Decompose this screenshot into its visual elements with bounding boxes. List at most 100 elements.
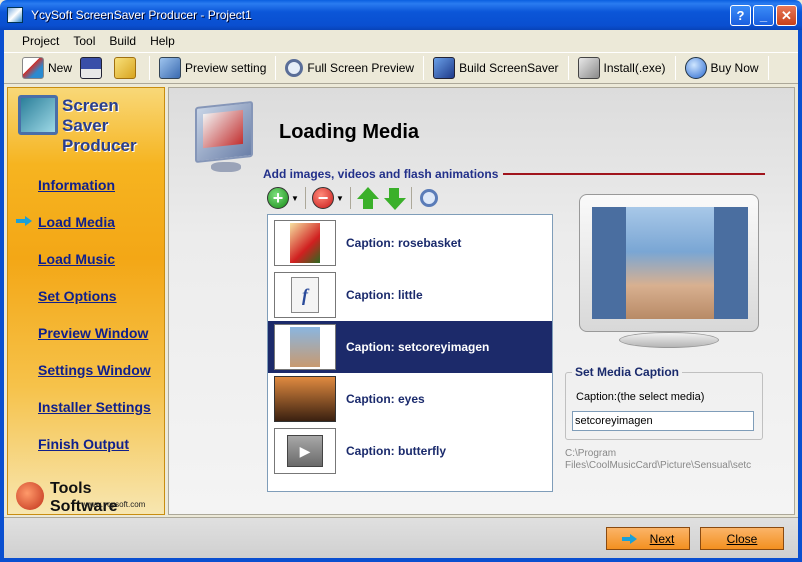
sidebar-item-label[interactable]: Finish Output xyxy=(38,436,129,452)
toolbar-separator xyxy=(767,56,769,80)
hero-monitor-illustration xyxy=(193,100,269,180)
install-exe-label: Install(.exe) xyxy=(603,61,666,75)
sidebar-item-load-media[interactable]: Load Media xyxy=(8,203,166,240)
caption-group-legend: Set Media Caption xyxy=(572,365,683,379)
sidebar-item-label[interactable]: Load Music xyxy=(38,251,115,267)
media-caption: Caption: butterfly xyxy=(346,444,446,458)
buy-now-button[interactable]: Buy Now xyxy=(681,55,763,81)
save-button[interactable] xyxy=(76,55,110,81)
logo-text: Screen Saver Producer xyxy=(62,96,162,156)
subtitle-divider xyxy=(503,173,765,175)
sidebar-item-settings-window[interactable]: Settings Window xyxy=(8,351,166,388)
sidebar-item-information[interactable]: Information xyxy=(8,166,166,203)
preview-setting-button[interactable]: Preview setting xyxy=(155,55,270,81)
list-item-selected[interactable]: Caption: setcoreyimagen xyxy=(268,321,552,373)
new-button[interactable]: New xyxy=(18,55,76,81)
window-frame-bottom xyxy=(0,558,802,562)
list-item[interactable]: Caption: eyes xyxy=(268,373,552,425)
list-item[interactable]: Caption: rosebasket xyxy=(268,217,552,269)
full-screen-preview-label: Full Screen Preview xyxy=(307,61,415,75)
open-button[interactable] xyxy=(110,55,144,81)
toolbar: New Preview setting Full Screen Preview … xyxy=(4,52,798,84)
brand-url: www.ycysoft.com xyxy=(84,500,146,509)
media-list[interactable]: Caption: rosebasket f Caption: little Ca… xyxy=(267,214,553,492)
close-window-button[interactable]: ✕ xyxy=(776,5,797,26)
current-step-arrow-icon xyxy=(16,216,34,226)
sidebar-item-preview-window[interactable]: Preview Window xyxy=(8,314,166,351)
media-toolbar: + ▼ − ▼ xyxy=(265,184,442,212)
preview-monitor-stand xyxy=(619,332,719,348)
window-title: YcySoft ScreenSaver Producer - Project1 xyxy=(31,8,252,22)
menu-tool[interactable]: Tool xyxy=(73,34,95,48)
toolbar-separator xyxy=(305,187,306,209)
window-controls: ? _ ✕ xyxy=(730,5,797,26)
window-frame-right xyxy=(798,30,802,562)
sidebar-item-set-options[interactable]: Set Options xyxy=(8,277,166,314)
menu-bar: Project Tool Build Help xyxy=(4,30,798,52)
remove-dropdown-chevron-icon[interactable]: ▼ xyxy=(336,194,346,203)
magnifier-icon xyxy=(285,59,304,77)
set-media-caption-group: Set Media Caption Caption:(the select me… xyxy=(565,365,763,440)
toolbar-separator xyxy=(149,56,151,80)
preview-monitor xyxy=(579,194,759,332)
down-arrow-icon xyxy=(382,186,406,210)
build-screensaver-label: Build ScreenSaver xyxy=(459,61,559,75)
install-exe-button[interactable]: Install(.exe) xyxy=(574,55,670,81)
media-caption: Caption: setcoreyimagen xyxy=(346,340,490,354)
brand-logo: Tools Software www.ycysoft.com xyxy=(14,480,162,515)
video-file-icon: ▶ xyxy=(287,435,323,467)
preview-setting-label: Preview setting xyxy=(185,61,267,75)
sidebar-item-label[interactable]: Information xyxy=(38,177,115,193)
buy-now-label: Buy Now xyxy=(710,61,759,75)
media-caption: Caption: eyes xyxy=(346,392,425,406)
toolbar-separator xyxy=(423,56,425,80)
sidebar-item-installer-settings[interactable]: Installer Settings xyxy=(8,388,166,425)
open-folder-icon xyxy=(114,57,137,79)
plus-icon: + xyxy=(267,187,289,209)
caption-input[interactable] xyxy=(572,411,754,431)
next-arrow-icon xyxy=(621,533,638,544)
sidebar-item-label[interactable]: Settings Window xyxy=(38,362,151,378)
move-down-button[interactable] xyxy=(381,185,407,211)
help-button[interactable]: ? xyxy=(730,5,751,26)
minimize-button[interactable]: _ xyxy=(753,5,774,26)
sidebar: Screen Saver Producer Information Load M… xyxy=(7,87,165,515)
build-monitor-icon xyxy=(433,57,456,79)
move-up-button[interactable] xyxy=(355,185,381,211)
media-thumbnail: f xyxy=(274,272,336,318)
add-media-button[interactable]: + xyxy=(265,185,291,211)
view-media-button[interactable] xyxy=(416,185,442,211)
menu-project[interactable]: Project xyxy=(22,34,59,48)
media-caption: Caption: little xyxy=(346,288,423,302)
caption-field-label: Caption:(the select media) xyxy=(576,391,705,403)
toolbar-separator xyxy=(567,56,569,80)
sidebar-item-label[interactable]: Preview Window xyxy=(38,325,148,341)
toolbar-separator xyxy=(275,56,277,80)
content-panel: Loading Media Add images, videos and fla… xyxy=(168,87,795,515)
logo-monitor-icon xyxy=(18,95,58,135)
close-button[interactable]: Close xyxy=(700,527,784,550)
close-button-label: Close xyxy=(726,531,758,546)
globe-icon xyxy=(684,57,707,79)
add-dropdown-chevron-icon[interactable]: ▼ xyxy=(291,194,301,203)
sidebar-item-finish-output[interactable]: Finish Output xyxy=(8,425,166,462)
next-button[interactable]: Next xyxy=(606,527,690,550)
hero-screen xyxy=(203,109,243,149)
logo-line-1: Screen Saver xyxy=(62,96,119,135)
media-thumbnail xyxy=(274,220,336,266)
sidebar-item-label[interactable]: Set Options xyxy=(38,288,117,304)
full-screen-preview-button[interactable]: Full Screen Preview xyxy=(281,55,418,81)
sidebar-item-label[interactable]: Installer Settings xyxy=(38,399,151,415)
list-item[interactable]: ▶ Caption: butterfly xyxy=(268,425,552,477)
title-bar: YcySoft ScreenSaver Producer - Project1 … xyxy=(0,0,802,30)
menu-help[interactable]: Help xyxy=(150,34,175,48)
menu-build[interactable]: Build xyxy=(109,34,136,48)
media-thumbnail: ▶ xyxy=(274,428,336,474)
remove-media-button[interactable]: − xyxy=(310,185,336,211)
sidebar-item-label[interactable]: Load Media xyxy=(38,214,115,230)
media-preview xyxy=(579,194,759,354)
list-item[interactable]: f Caption: little xyxy=(268,269,552,321)
build-screensaver-button[interactable]: Build ScreenSaver xyxy=(429,55,562,81)
media-thumbnail xyxy=(274,324,336,370)
sidebar-item-load-music[interactable]: Load Music xyxy=(8,240,166,277)
